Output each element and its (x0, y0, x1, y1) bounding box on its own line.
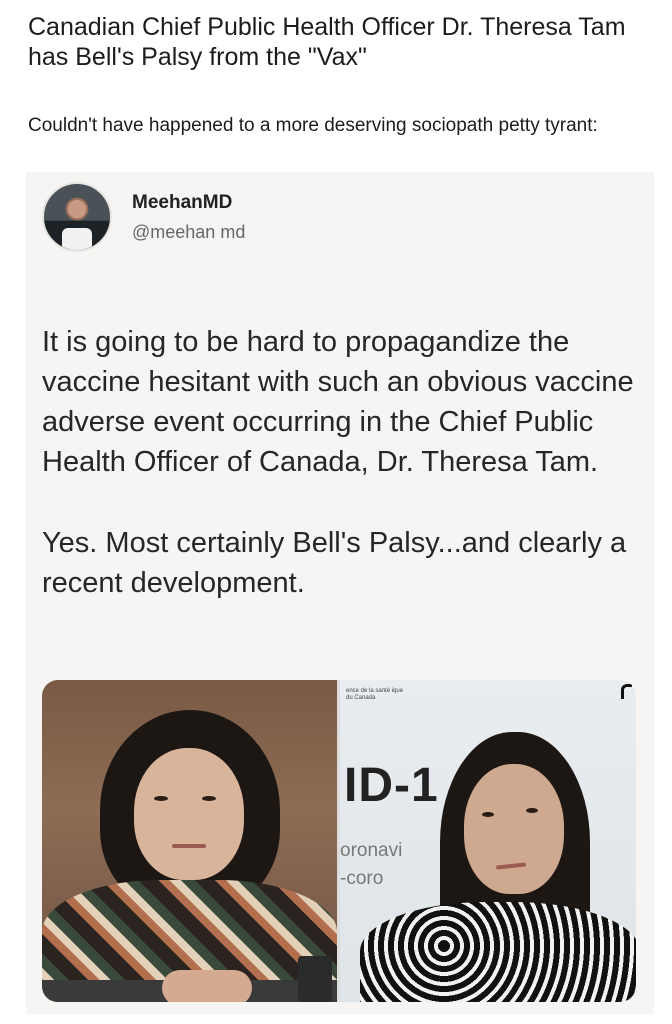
photo-left-eye (154, 796, 168, 801)
photo-left-eye (202, 796, 216, 801)
post-body: Couldn't have happened to a more deservi… (28, 115, 598, 136)
tweet-paragraph-1: It is going to be hard to propagandize t… (42, 326, 634, 478)
photo-right-blouse (360, 902, 636, 1002)
tweet-text: It is going to be hard to propagandize t… (42, 322, 642, 644)
photo-right[interactable]: ence de la santé ique du Canada ID-1 oro… (340, 680, 636, 1002)
post-title: Canadian Chief Public Health Officer Dr.… (28, 13, 626, 71)
avatar-shirt (62, 228, 92, 250)
sign-line-2: -coro (340, 868, 384, 889)
photo-left-hands (162, 970, 252, 1002)
tweet-handle[interactable]: @meehan md (132, 222, 245, 243)
corner-mark-icon (621, 684, 632, 699)
tweet-screenshot: MeehanMD @meehan md It is going to be ha… (26, 172, 654, 1014)
tweet-photos[interactable]: ence de la santé ique du Canada ID-1 oro… (42, 680, 636, 1002)
tweet-display-name[interactable]: MeehanMD (132, 192, 232, 214)
sign-line-1: oronavi (340, 840, 403, 861)
tweet-paragraph-2: Yes. Most certainly Bell's Palsy...and c… (42, 527, 627, 599)
photo-right-eye (526, 808, 538, 813)
photo-right-face (464, 764, 564, 894)
avatar[interactable] (42, 182, 112, 252)
photo-left[interactable] (42, 680, 337, 1002)
sign-big-text: ID-1 (344, 759, 439, 812)
photo-right-eye (482, 812, 494, 817)
photo-left-mouth (172, 844, 206, 848)
sign-small-text: ence de la santé ique du Canada (346, 688, 404, 701)
photo-left-face (134, 748, 244, 880)
photo-left-microphone (298, 956, 332, 1002)
